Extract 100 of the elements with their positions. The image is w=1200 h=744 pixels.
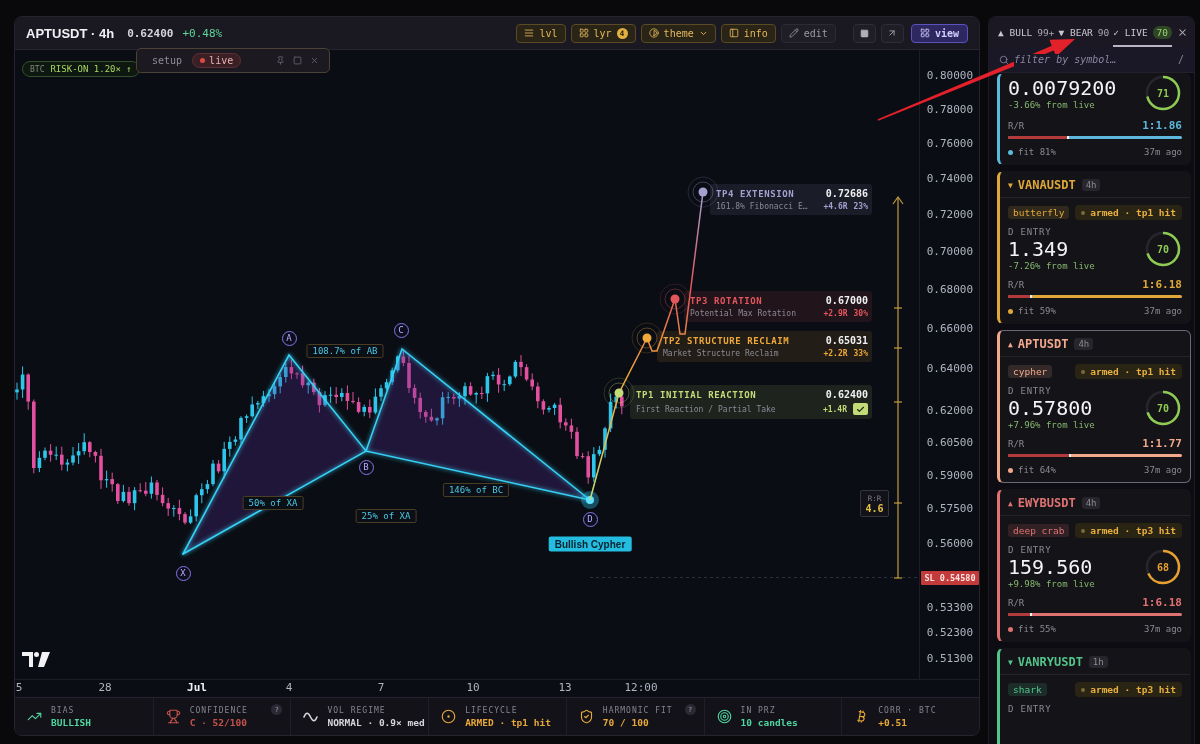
entry-label: D ENTRY xyxy=(1008,227,1053,237)
shield-check-icon xyxy=(578,709,594,724)
target-r-multiple: +2.9R xyxy=(823,309,848,318)
target-icon xyxy=(716,709,732,724)
rr-value: 1:6.18 xyxy=(1142,278,1182,291)
time-axis-label: 12:00 xyxy=(624,680,658,696)
target-marker-icon xyxy=(631,322,663,354)
entry-label: D ENTRY xyxy=(1008,386,1053,396)
shortcut-key: / xyxy=(1177,54,1184,65)
setup-card[interactable]: ▲ EWYBUSDT 4h deep crab armed · tp3 hit D ENTRY 159.560 +9.98% from live 68 R/R 1:6.18 fit 55% 37m ago xyxy=(997,489,1191,642)
entry-change: -3.66% from live xyxy=(1008,100,1096,110)
price-axis-label: 0.56000 xyxy=(926,537,973,551)
stat-value: +0.51 xyxy=(878,716,908,728)
target-r-multiple: +1.4R xyxy=(822,404,847,414)
pattern-point-label: B xyxy=(358,459,374,475)
symbol-title: APTUSDT · 4h xyxy=(26,25,115,41)
pattern-tag: butterfly xyxy=(1008,206,1070,219)
stop-loss-tag: SL 0.54580 xyxy=(921,571,979,585)
view-button[interactable]: view xyxy=(910,23,968,43)
card-symbol: ▼ VANRYUSDT xyxy=(1008,654,1083,669)
pattern-tag: shark xyxy=(1008,683,1047,696)
square-button[interactable] xyxy=(852,23,876,43)
setup-card[interactable]: ▼ VANRYUSDT 1h shark armed · tp3 hit D ENTRY xyxy=(997,648,1191,744)
price-axis-label: 0.64000 xyxy=(926,362,973,376)
target-price: 0.65031 xyxy=(825,335,868,346)
grid-icon xyxy=(919,28,930,38)
setup-card[interactable]: ▼ VANAUSDT 4h butterfly armed · tp1 hit D ENTRY 1.349 -7.26% from live 70 R/R 1:6.18 fit 59% 37m ago xyxy=(997,171,1191,324)
price-axis-label: 0.53300 xyxy=(926,601,973,615)
search-bar[interactable]: filter by symbol… / xyxy=(989,47,1194,73)
close-icon[interactable] xyxy=(310,56,319,65)
card-age: 37m ago xyxy=(1144,465,1182,475)
filter-tab[interactable]: ▲ BULL 99+ xyxy=(998,17,1055,47)
timeframe-tag: 4h xyxy=(1081,496,1101,509)
status-pill: armed · tp1 hit xyxy=(1075,205,1182,220)
chart-logo-icon xyxy=(22,652,50,667)
price-axis-label: 0.76000 xyxy=(926,137,973,151)
live-status-pill[interactable]: live xyxy=(192,53,242,68)
grid-icon xyxy=(578,28,589,38)
toolbar-button[interactable]: edit xyxy=(780,23,836,43)
panel-icon xyxy=(728,28,739,38)
fib-ratio-label: 108.7% of AB xyxy=(306,344,384,358)
price-axis-label: 0.51300 xyxy=(926,652,973,666)
wave-icon xyxy=(303,711,319,722)
setup-card[interactable]: ▲ APTUSDT 4h cypher armed · tp1 hit D ENTRY 0.57800 +7.96% from live 70 R/R 1:1.77 fit 64% 37m ago xyxy=(997,330,1191,483)
pin-icon[interactable] xyxy=(276,56,285,65)
toolbar-button[interactable]: info xyxy=(720,23,776,43)
filter-tab[interactable]: ▼ BEAR 90 xyxy=(1058,17,1110,47)
time-axis-label: Jul xyxy=(187,680,207,696)
pattern-tag: cypher xyxy=(1008,365,1053,378)
setup-card[interactable]: 0.0079200 -3.66% from live 71 R/R 1:1.86 fit 81% 37m ago xyxy=(997,73,1191,165)
card-age: 37m ago xyxy=(1144,306,1182,316)
stat-label: LIFECYCLE xyxy=(465,705,519,715)
fib-ratio-label: 146% of BC xyxy=(442,483,510,497)
score-value: 71 xyxy=(1157,87,1169,99)
toolbar-button[interactable]: theme xyxy=(640,23,716,43)
entry-change: +7.96% from live xyxy=(1008,420,1095,430)
target-dot-icon xyxy=(441,709,457,724)
pattern-tag: deep crab xyxy=(1008,524,1070,537)
search-icon xyxy=(999,54,1009,65)
status-pill: armed · tp3 hit xyxy=(1075,682,1182,697)
timeframe-tag: 1h xyxy=(1088,655,1108,668)
price-axis-label: 0.72000 xyxy=(926,208,973,222)
time-axis-label: 4 xyxy=(285,680,293,696)
target-r-multiple: +4.6R xyxy=(823,202,848,211)
timeframe-tag: 4h xyxy=(1074,337,1094,350)
rr-label: R/R xyxy=(1008,280,1025,290)
target-title: TP4 EXTENSION xyxy=(716,188,796,199)
price-axis-label: 0.66000 xyxy=(926,322,973,336)
risk-reward-value: 4.6 xyxy=(865,502,884,514)
stat-value: C · 52/100 xyxy=(189,716,248,728)
target-note: 161.8% Fibonacci E… xyxy=(716,202,809,211)
pattern-point-label: A xyxy=(281,330,297,346)
target-title: TP3 ROTATION xyxy=(690,295,764,306)
status-pill: armed · tp1 hit xyxy=(1075,364,1182,379)
timeframe-tag: 4h xyxy=(1081,178,1101,191)
entry-label: D ENTRY xyxy=(1008,545,1053,555)
target-title: TP2 STRUCTURE RECLAIM xyxy=(663,335,791,346)
price-axis-label: 0.80000 xyxy=(926,69,973,83)
price-axis-label: 0.68000 xyxy=(926,283,973,297)
pattern-name-tag: Bullish Cypher xyxy=(548,536,632,552)
rr-label: R/R xyxy=(1008,121,1025,131)
price-change: +0.48% xyxy=(182,26,223,40)
square-icon[interactable] xyxy=(293,56,302,65)
rr-value: 1:1.77 xyxy=(1142,437,1182,450)
score-ring xyxy=(1144,74,1182,112)
toolbar-button[interactable]: lvl xyxy=(516,23,566,43)
price-axis-label: 0.60500 xyxy=(926,436,973,450)
fib-ratio-label: 50% of XA xyxy=(242,496,304,510)
rr-label: R/R xyxy=(1008,598,1025,608)
entry-price: 159.560 xyxy=(1008,555,1094,579)
stat-label: IN PRZ xyxy=(740,705,777,715)
pattern-point-label: D xyxy=(582,511,598,527)
pattern-point-label: C xyxy=(393,322,409,338)
target-note: Market Structure Reclaim xyxy=(663,349,780,358)
rr-value: 1:1.86 xyxy=(1142,119,1182,132)
card-symbol: ▲ EWYBUSDT xyxy=(1008,495,1076,510)
score-ring xyxy=(1144,389,1182,427)
stat-label: BIAS xyxy=(51,705,76,715)
stat-label: CONFIDENCE xyxy=(189,705,248,715)
score-ring xyxy=(1144,230,1182,268)
